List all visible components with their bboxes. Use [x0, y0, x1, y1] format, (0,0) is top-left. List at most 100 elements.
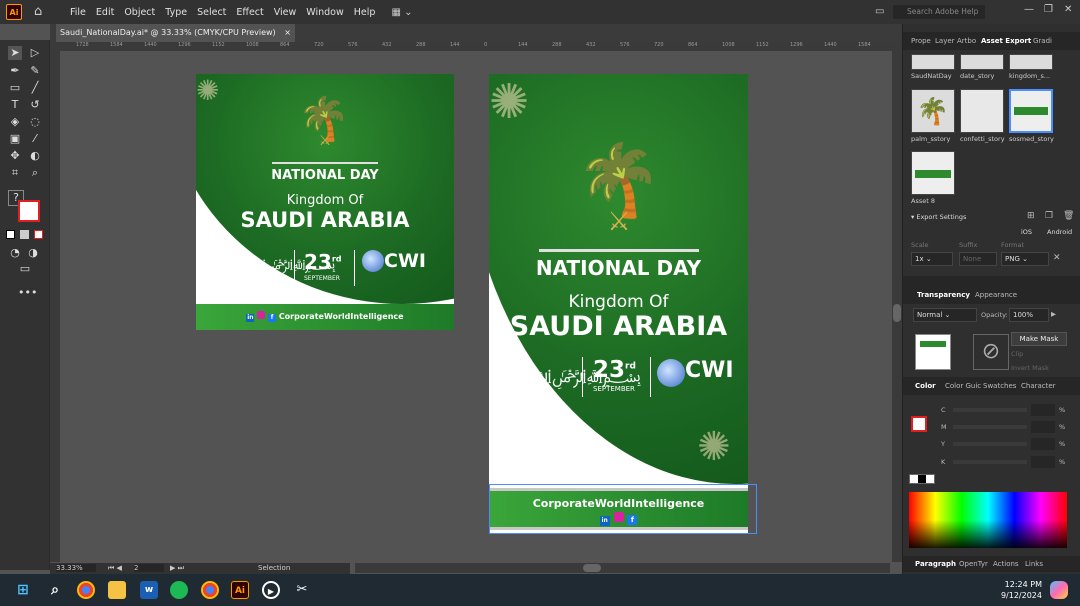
minimize-icon[interactable]: —	[1024, 4, 1034, 15]
tab-asset-export[interactable]: Asset Export	[981, 32, 1031, 50]
type-tool-icon[interactable]: T	[8, 98, 22, 112]
menu-window[interactable]: Window	[306, 7, 343, 18]
next-artboard-icon[interactable]: ▶ ⏭	[170, 564, 184, 573]
menu-effect[interactable]: Effect	[236, 7, 263, 18]
draw-mode-icon[interactable]: ◔	[8, 246, 22, 260]
search-icon[interactable]: ⌕	[46, 581, 64, 599]
screen-mode-icon[interactable]: ▭	[18, 262, 32, 276]
gradient-tool-icon[interactable]: ▣	[8, 132, 22, 146]
more-tools-icon[interactable]: •••	[18, 286, 37, 300]
blend-mode-select[interactable]: Normal ⌄	[913, 308, 977, 322]
stroke-swatch-icon[interactable]	[911, 416, 927, 432]
selection-tool-icon[interactable]: ➤	[8, 46, 22, 60]
spotify-icon[interactable]	[170, 581, 188, 599]
rectangle-tool-icon[interactable]: ▭	[8, 81, 22, 95]
ios-option[interactable]: iOS	[1021, 228, 1032, 236]
pen-tool-icon[interactable]: ✒	[8, 64, 22, 78]
trash-icon[interactable]: 🗑	[1063, 211, 1074, 221]
tab-appearance[interactable]: Appearance	[975, 286, 1017, 304]
windows-start-icon[interactable]: ⊞	[14, 581, 32, 599]
invert-mask-checkbox[interactable]: Invert Mask	[1011, 364, 1049, 372]
add-icon[interactable]: ⊞	[1027, 211, 1035, 221]
asset-thumbnail[interactable]	[911, 151, 955, 195]
tab-color[interactable]: Color	[915, 377, 936, 395]
black-value[interactable]	[1031, 456, 1055, 468]
tab-actions[interactable]: Actions	[993, 555, 1019, 573]
tab-color-guide[interactable]: Color Guic	[945, 377, 981, 395]
first-artboard-icon[interactable]: ⏮ ◀	[108, 564, 122, 573]
asset-thumbnail[interactable]	[960, 54, 1004, 70]
draw-behind-icon[interactable]: ◑	[26, 246, 40, 260]
tab-properties[interactable]: Prope	[911, 32, 931, 50]
eyedropper-tool-icon[interactable]: ⁄	[28, 132, 42, 146]
artboard-story[interactable]: ✺ ✺ 🌴 ⚔ NATIONAL DAY Kingdom Of SAUDI AR…	[489, 74, 748, 534]
scale-select[interactable]: 1x ⌄	[911, 252, 953, 266]
shape-builder-tool-icon[interactable]: ◐	[28, 149, 42, 163]
tab-artboards[interactable]: Artbo	[957, 32, 976, 50]
app-icon[interactable]: w	[140, 581, 158, 599]
zoom-tool-icon[interactable]: ⌕	[28, 166, 42, 180]
magenta-value[interactable]	[1031, 421, 1055, 433]
asset-thumbnail[interactable]	[911, 54, 955, 70]
search-input[interactable]: Search Adobe Help	[893, 5, 985, 19]
capcut-icon[interactable]: ✂	[293, 581, 311, 599]
asset-thumbnail-confetti[interactable]	[960, 89, 1004, 133]
menu-type[interactable]: Type	[165, 7, 187, 18]
eraser-tool-icon[interactable]: ◈	[8, 115, 22, 129]
none-black-white-swatches[interactable]	[909, 474, 935, 484]
lasso-tool-icon[interactable]: ◌	[28, 115, 42, 129]
arrange-documents-icon[interactable]: ▭	[875, 6, 884, 17]
illustrator-taskbar-icon[interactable]: Ai	[231, 581, 249, 599]
suffix-input[interactable]: None	[959, 252, 997, 266]
artboard-tool-icon[interactable]: ⌗	[8, 166, 22, 180]
duplicate-icon[interactable]: ❐	[1045, 211, 1053, 221]
restore-icon[interactable]: ❐	[1044, 4, 1053, 15]
make-mask-button[interactable]: Make Mask	[1011, 332, 1067, 346]
none-mode-icon[interactable]	[34, 230, 43, 239]
tab-paragraph[interactable]: Paragraph	[915, 555, 956, 573]
copilot-icon[interactable]	[1050, 581, 1068, 599]
chrome-icon[interactable]	[77, 581, 95, 599]
clip-checkbox[interactable]: Clip	[1011, 350, 1023, 358]
object-thumbnail[interactable]	[915, 334, 951, 370]
tab-gradient[interactable]: Gradi	[1033, 32, 1052, 50]
puppet-warp-tool-icon[interactable]: ✥	[8, 149, 22, 163]
system-clock[interactable]: 12:24 PM 9/12/2024	[1001, 579, 1042, 601]
gradient-mode-icon[interactable]	[20, 230, 29, 239]
cyan-value[interactable]	[1031, 404, 1055, 416]
tab-layers[interactable]: Layer	[935, 32, 955, 50]
magenta-slider[interactable]	[953, 425, 1027, 429]
workspace-switcher-icon[interactable]: ▦ ⌄	[391, 7, 412, 18]
yellow-value[interactable]	[1031, 438, 1055, 450]
opacity-input[interactable]: 100%	[1009, 308, 1049, 322]
stroke-color-icon[interactable]	[18, 200, 40, 222]
export-settings-header[interactable]: ▾ Export Settings	[911, 213, 966, 221]
tab-swatches[interactable]: Swatches	[983, 377, 1016, 395]
canvas[interactable]: ✺ 🌴 ⚔ NATIONAL DAY Kingdom Of SAUDI ARAB…	[60, 52, 892, 562]
format-select[interactable]: PNG ⌄	[1001, 252, 1049, 266]
tab-opentype[interactable]: OpenTyr	[959, 555, 988, 573]
file-explorer-icon[interactable]	[108, 581, 126, 599]
chrome-profile-icon[interactable]	[201, 581, 219, 599]
media-player-icon[interactable]: ▶	[262, 581, 280, 599]
asset-thumbnail[interactable]	[1009, 54, 1053, 70]
artboard-square[interactable]: ✺ 🌴 ⚔ NATIONAL DAY Kingdom Of SAUDI ARAB…	[196, 74, 454, 330]
asset-thumbnail-palm[interactable]: 🌴	[911, 89, 955, 133]
color-spectrum[interactable]	[909, 492, 1067, 548]
yellow-slider[interactable]	[953, 442, 1027, 446]
direct-selection-tool-icon[interactable]: ▷	[28, 46, 42, 60]
paintbrush-tool-icon[interactable]: ╱	[28, 81, 42, 95]
curvature-tool-icon[interactable]: ✎	[28, 64, 42, 78]
document-tab[interactable]: Saudi_NationalDay.ai* @ 33.33% (CMYK/CPU…	[56, 24, 295, 42]
zoom-select[interactable]: 33.33%	[56, 564, 96, 572]
color-mode-icon[interactable]	[6, 230, 15, 239]
home-icon[interactable]: ⌂	[34, 5, 50, 19]
android-option[interactable]: Android	[1047, 228, 1072, 236]
black-slider[interactable]	[953, 460, 1027, 464]
vertical-scrollbar[interactable]	[892, 42, 902, 562]
opacity-slider-icon[interactable]: ▶	[1051, 310, 1056, 318]
tab-links[interactable]: Links	[1025, 555, 1043, 573]
remove-format-icon[interactable]: ✕	[1053, 253, 1061, 263]
scroll-thumb[interactable]	[583, 564, 601, 572]
asset-thumbnail-sosmed[interactable]	[1009, 89, 1053, 133]
